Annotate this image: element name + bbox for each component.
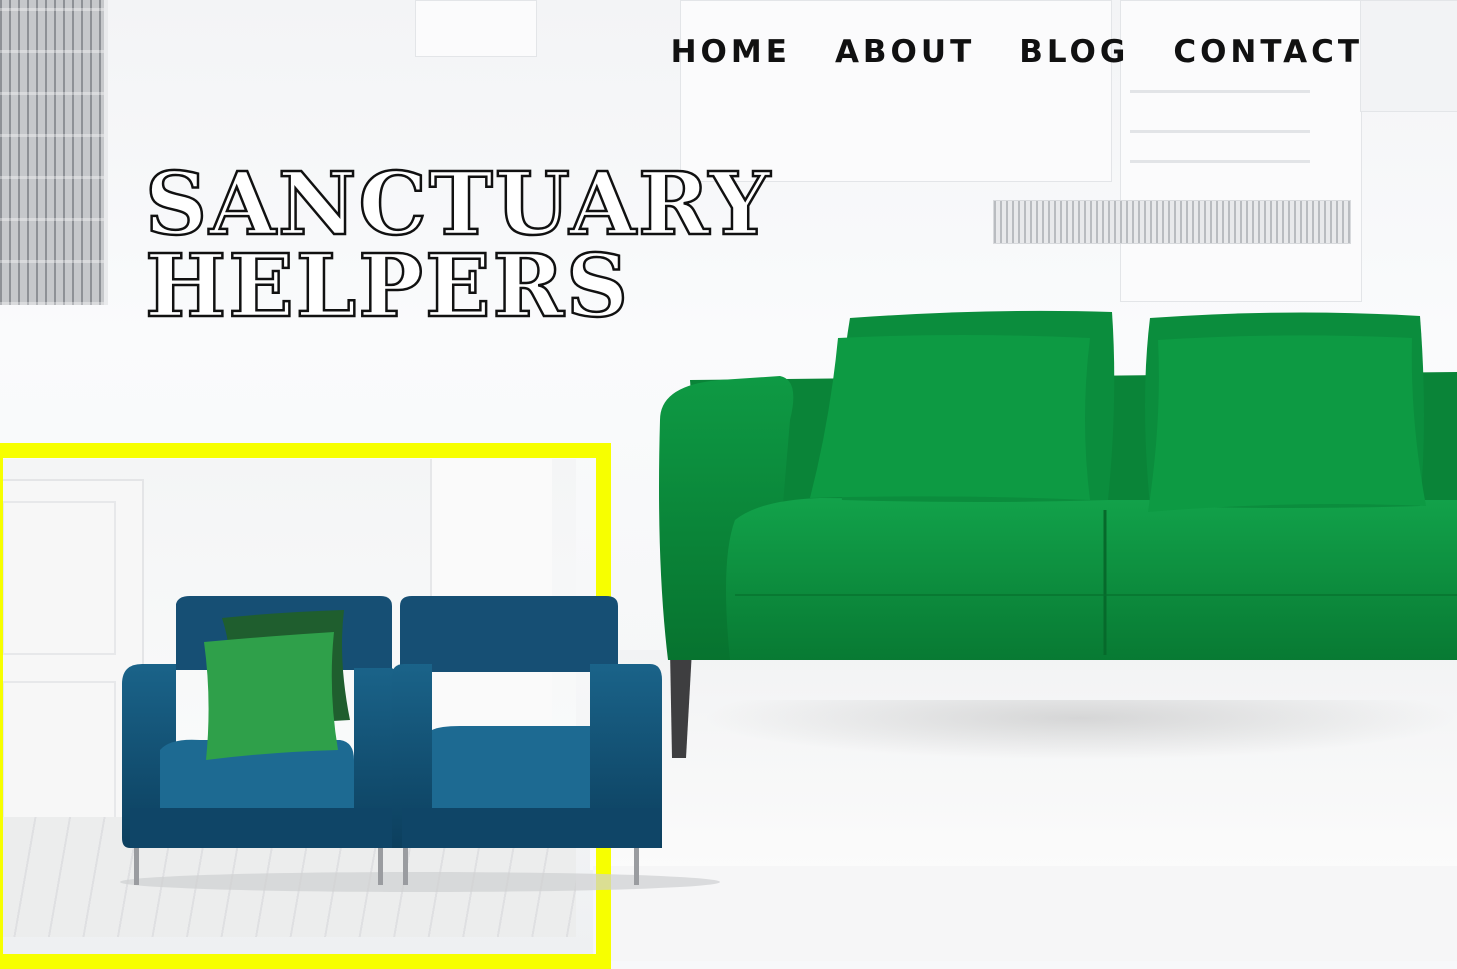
blue-armchairs-image [120,596,720,892]
